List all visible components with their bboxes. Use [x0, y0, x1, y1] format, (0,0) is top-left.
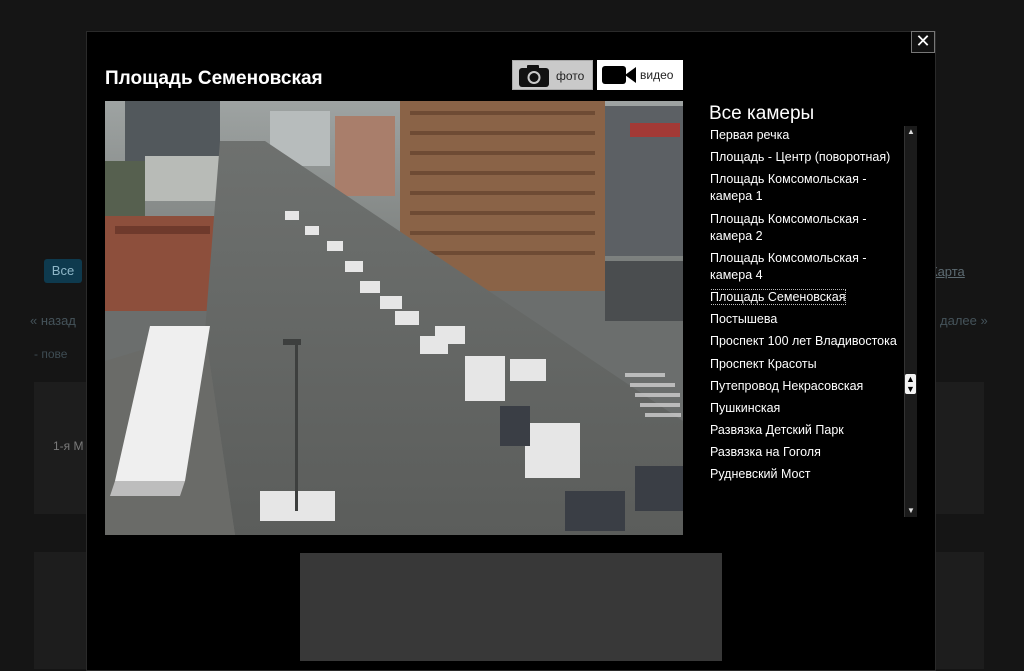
close-icon: ✕: [915, 31, 931, 51]
camera-list-item[interactable]: Площадь Комсомольская - камера 4: [710, 250, 906, 284]
background-card-text: 1-я М: [53, 439, 84, 453]
camera-list-item-selected[interactable]: Площадь Семеновская: [710, 288, 906, 306]
camera-video-frame[interactable]: [105, 101, 683, 535]
ad-placeholder: [300, 553, 722, 661]
traffic-camera-image: [105, 101, 683, 535]
camera-list-item[interactable]: Путепровод Некрасовская: [710, 378, 906, 395]
camera-list-item[interactable]: Первая речка: [710, 127, 906, 144]
next-link[interactable]: далее »: [940, 313, 988, 328]
all-cameras-heading: Все камеры: [709, 103, 815, 124]
scroll-thumb[interactable]: ▲ ▼: [905, 374, 916, 394]
camera-list-item[interactable]: Площадь Комсомольская - камера 2: [710, 211, 906, 245]
search-link[interactable]: - пове: [34, 347, 67, 361]
photo-mode-button[interactable]: фото: [512, 60, 593, 90]
close-button[interactable]: ✕: [911, 31, 935, 53]
camera-list: Первая речка Площадь - Центр (поворотная…: [710, 127, 906, 517]
back-link[interactable]: « назад: [30, 313, 76, 328]
video-camera-icon: [602, 66, 636, 84]
camera-list-item[interactable]: Постышева: [710, 311, 906, 328]
photo-mode-label: фото: [556, 69, 585, 83]
camera-list-item[interactable]: Развязка Детский Парк: [710, 422, 906, 439]
camera-list-item[interactable]: Площадь - Центр (поворотная): [710, 149, 906, 166]
camera-title: Площадь Семеновская: [105, 68, 323, 89]
scroll-up-arrow-icon[interactable]: ▲: [905, 126, 917, 138]
camera-list-item[interactable]: Рудневский Мост: [710, 466, 906, 483]
video-mode-label: видео: [640, 68, 674, 82]
video-mode-button[interactable]: видео: [597, 60, 683, 90]
camera-icon: [519, 65, 549, 87]
scroll-down-arrow-icon[interactable]: ▼: [905, 505, 917, 517]
camera-list-item[interactable]: Проспект 100 лет Владивостока: [710, 333, 906, 350]
camera-list-scrollbar[interactable]: ▲ ▲ ▼ ▼: [904, 126, 917, 517]
filter-all-button[interactable]: Все: [44, 259, 82, 283]
camera-list-item[interactable]: Пушкинская: [710, 400, 906, 417]
camera-list-item[interactable]: Площадь Комсомольская - камера 1: [710, 171, 906, 205]
camera-list-item[interactable]: Развязка на Гоголя: [710, 444, 906, 461]
camera-list-item[interactable]: Проспект Красоты: [710, 356, 906, 373]
